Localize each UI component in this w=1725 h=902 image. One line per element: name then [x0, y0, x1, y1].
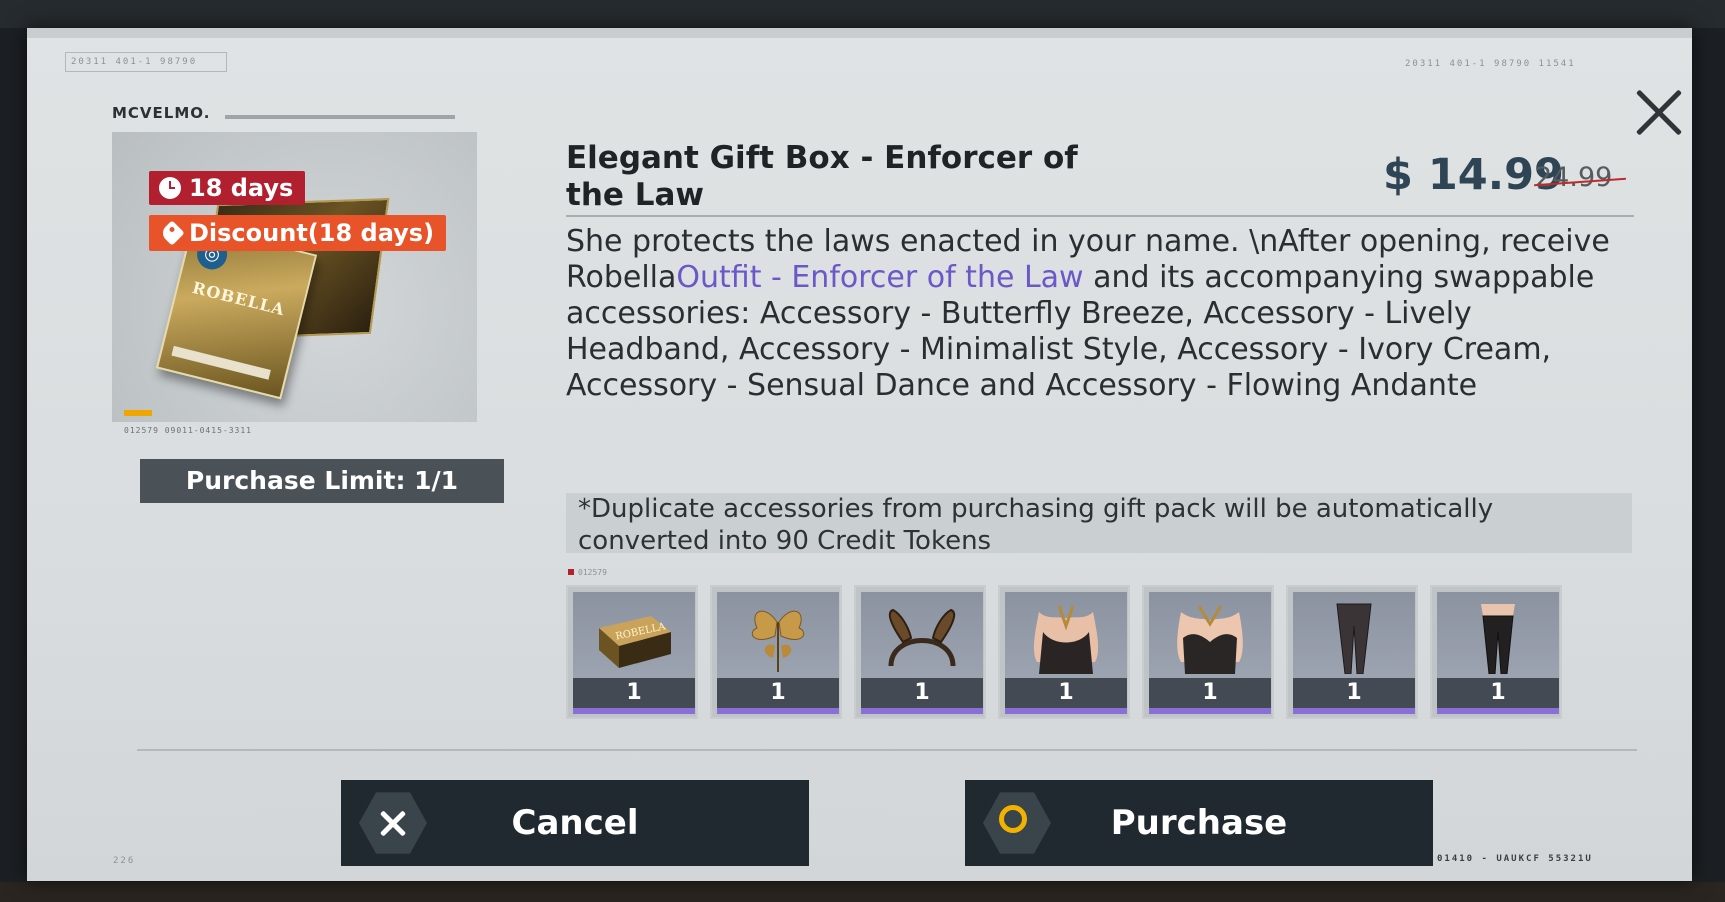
item-rarity-bar — [1437, 708, 1559, 714]
item-quantity: 1 — [1293, 678, 1415, 708]
top-minimalist-icon — [1033, 605, 1099, 674]
dialog-top-band — [27, 28, 1692, 38]
time-remaining-badge: 18 days — [149, 171, 306, 205]
butterfly-accessory-icon — [752, 610, 804, 672]
item-quantity: 1 — [861, 678, 983, 708]
price-tag-icon — [159, 220, 185, 246]
header-code-right: 20311 401-1 98790 11541 — [1405, 59, 1576, 69]
reward-item[interactable]: ROBELLA 1 — [566, 585, 698, 719]
item-slot: 1 — [1293, 592, 1415, 714]
reward-item[interactable]: 1 — [854, 585, 986, 719]
item-slot: 1 — [717, 592, 839, 714]
item-rarity-bar — [717, 708, 839, 714]
reward-item[interactable]: 1 — [1142, 585, 1274, 719]
reward-item[interactable]: 1 — [1430, 585, 1562, 719]
original-price: 24.99 — [1535, 162, 1613, 193]
gift-box-label: ROBELLA — [190, 277, 288, 320]
item-quantity: 1 — [1437, 678, 1559, 708]
progress-mark — [124, 410, 152, 416]
close-dialog-button[interactable] — [1627, 82, 1689, 144]
background-top — [0, 0, 1725, 28]
close-icon — [359, 789, 427, 857]
cancel-label: Cancel — [511, 803, 639, 843]
reward-item[interactable]: 1 — [710, 585, 842, 719]
background-bottom — [0, 882, 1725, 902]
gift-box-bar — [171, 345, 271, 380]
item-rarity-bar — [1149, 708, 1271, 714]
tights-icon — [1336, 603, 1372, 674]
discount-badge: Discount(18 days) — [149, 215, 447, 251]
item-quantity: 1 — [573, 678, 695, 708]
cancel-button[interactable]: Cancel — [341, 780, 809, 866]
item-slot: 1 — [1437, 592, 1559, 714]
item-rarity-bar — [573, 708, 695, 714]
item-slot: 1 — [861, 592, 983, 714]
duplicate-note: *Duplicate accessories from purchasing g… — [566, 493, 1632, 556]
item-slot: 1 — [1149, 592, 1271, 714]
item-rarity-bar — [861, 708, 983, 714]
time-remaining-text: 18 days — [189, 174, 294, 202]
brand-label: MCVELMO. — [112, 104, 211, 122]
item-quantity: 1 — [717, 678, 839, 708]
item-quantity: 1 — [1005, 678, 1127, 708]
footer-code-right: 01410 - UAUKCF 55321U — [1437, 854, 1593, 864]
discount-text: Discount(18 days) — [189, 219, 435, 247]
brand-underline — [225, 115, 455, 119]
footer-divider — [137, 749, 1637, 751]
product-title: Elegant Gift Box - Enforcer of the Law — [566, 140, 1078, 213]
stockings-icon — [1481, 604, 1515, 674]
purchase-label: Purchase — [1110, 803, 1288, 843]
item-quantity: 1 — [1149, 678, 1271, 708]
headband-icon — [888, 608, 956, 667]
gift-box-icon: ROBELLA — [599, 616, 671, 668]
purchase-limit: Purchase Limit: 1/1 — [140, 459, 504, 503]
item-slot: 1 — [1005, 592, 1127, 714]
footer-code-left: 226 — [113, 856, 136, 866]
outfit-link[interactable]: Outfit - Enforcer of the Law — [676, 260, 1083, 295]
clock-icon — [159, 177, 181, 199]
confirm-circle-icon — [999, 805, 1027, 833]
product-description: She protects the laws enacted in your na… — [566, 224, 1636, 404]
reward-items: ROBELLA 1 1 1 1 1 1 1 — [566, 585, 1562, 719]
reward-item[interactable]: 1 — [998, 585, 1130, 719]
items-code: 012579 — [568, 568, 607, 577]
reward-item[interactable]: 1 — [1286, 585, 1418, 719]
title-divider — [566, 215, 1634, 217]
purchase-button[interactable]: Purchase — [965, 780, 1433, 866]
item-rarity-bar — [1005, 708, 1127, 714]
purchase-dialog: 20311 401-1 98790 20311 401-1 98790 1154… — [27, 28, 1692, 881]
header-code-left: 20311 401-1 98790 — [71, 57, 198, 67]
item-rarity-bar — [1293, 708, 1415, 714]
art-code: 012579 09011-0415-3311 — [124, 426, 252, 435]
item-slot: ROBELLA 1 — [573, 592, 695, 714]
top-ivory-icon — [1177, 605, 1243, 674]
